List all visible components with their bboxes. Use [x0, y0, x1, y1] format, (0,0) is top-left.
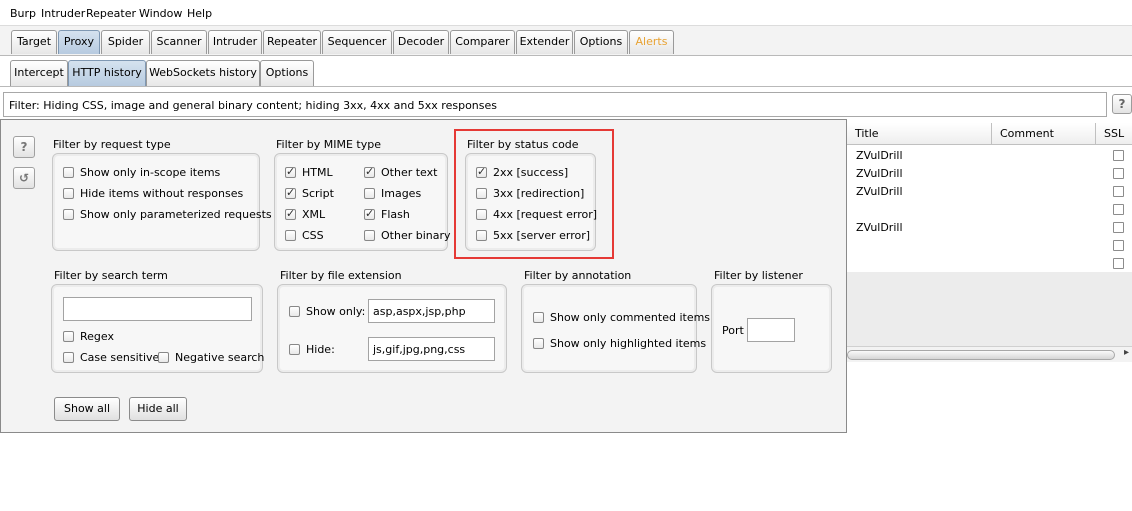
- checkbox-highlighted[interactable]: [533, 338, 544, 349]
- checkbox-hide-ext[interactable]: [289, 344, 300, 355]
- status-code-highlight-box: [454, 129, 614, 259]
- tab-repeater[interactable]: Repeater: [263, 30, 321, 54]
- menu-window[interactable]: Window: [139, 7, 182, 20]
- tab-websockets-history[interactable]: WebSockets history: [146, 60, 260, 86]
- checkbox-case-sensitive[interactable]: [63, 352, 74, 363]
- col-title[interactable]: Title: [847, 123, 992, 145]
- proxy-tab-bar: Intercept HTTP history WebSockets histor…: [0, 57, 1132, 87]
- tab-http-history[interactable]: HTTP history: [68, 60, 146, 86]
- checkbox-commented[interactable]: [533, 312, 544, 323]
- label-port: Port: [722, 324, 744, 337]
- tab-intruder[interactable]: Intruder: [208, 30, 262, 54]
- checkbox-regex[interactable]: [63, 331, 74, 342]
- port-input[interactable]: [747, 318, 795, 342]
- group-title-annotation: Filter by annotation: [524, 269, 632, 282]
- group-title-request-type: Filter by request type: [53, 138, 171, 151]
- label-xml: XML: [302, 208, 326, 221]
- col-comment[interactable]: Comment: [992, 123, 1096, 145]
- checkbox-in-scope[interactable]: [63, 167, 74, 178]
- checkbox-show-only-ext[interactable]: [289, 306, 300, 317]
- ssl-checkbox[interactable]: [1113, 150, 1124, 161]
- main-tab-bar: Target Proxy Spider Scanner Intruder Rep…: [0, 26, 1132, 56]
- filter-bar[interactable]: Filter: Hiding CSS, image and general bi…: [3, 92, 1107, 117]
- tab-scanner[interactable]: Scanner: [151, 30, 207, 54]
- label-html: HTML: [302, 166, 333, 179]
- horizontal-scrollbar[interactable]: ▸: [847, 346, 1132, 362]
- tab-intercept[interactable]: Intercept: [10, 60, 68, 86]
- label-case-sensitive: Case sensitive: [80, 351, 160, 364]
- tab-proxy[interactable]: Proxy: [58, 30, 100, 54]
- hide-extensions-input[interactable]: js,gif,jpg,png,css: [368, 337, 495, 361]
- table-row-title[interactable]: ZVulDrill: [856, 221, 903, 234]
- ssl-checkbox[interactable]: [1113, 186, 1124, 197]
- tab-extender[interactable]: Extender: [516, 30, 573, 54]
- label-css: CSS: [302, 229, 324, 242]
- search-term-input[interactable]: [63, 297, 252, 321]
- checkbox-hide-no-response[interactable]: [63, 188, 74, 199]
- filter-settings-panel: ? ↺ Filter by request type Show only in-…: [0, 119, 847, 433]
- label-script: Script: [302, 187, 334, 200]
- ssl-checkbox[interactable]: [1113, 222, 1124, 233]
- group-title-file-extension: Filter by file extension: [280, 269, 402, 282]
- tab-comparer[interactable]: Comparer: [450, 30, 515, 54]
- table-row-title[interactable]: ZVulDrill: [856, 185, 903, 198]
- hide-all-button[interactable]: Hide all: [129, 397, 187, 421]
- menu-intruder[interactable]: Intruder: [41, 7, 85, 20]
- checkbox-negative-search[interactable]: [158, 352, 169, 363]
- tab-options[interactable]: Options: [574, 30, 628, 54]
- group-title-mime-type: Filter by MIME type: [276, 138, 381, 151]
- table-row-title[interactable]: ZVulDrill: [856, 167, 903, 180]
- label-show-only: Show only:: [306, 305, 366, 318]
- label-negative-search: Negative search: [175, 351, 265, 364]
- label-images: Images: [381, 187, 422, 200]
- help-icon[interactable]: ?: [13, 136, 35, 158]
- label-in-scope: Show only in-scope items: [80, 166, 221, 179]
- checkbox-xml[interactable]: [285, 207, 296, 220]
- checkbox-parameterized[interactable]: [63, 209, 74, 220]
- label-highlighted: Show only highlighted items: [550, 337, 707, 350]
- table-empty-area: [847, 272, 1132, 346]
- checkbox-other-text[interactable]: [364, 165, 375, 178]
- show-only-extensions-input[interactable]: asp,aspx,jsp,php: [368, 299, 495, 323]
- col-ssl[interactable]: SSL: [1096, 123, 1132, 145]
- label-regex: Regex: [80, 330, 114, 343]
- scroll-right-arrow-icon[interactable]: ▸: [1124, 347, 1129, 358]
- group-title-listener: Filter by listener: [714, 269, 803, 282]
- checkbox-images[interactable]: [364, 188, 375, 199]
- checkbox-flash[interactable]: [364, 207, 375, 220]
- group-title-search-term: Filter by search term: [54, 269, 168, 282]
- menu-help[interactable]: Help: [187, 7, 212, 20]
- menu-burp[interactable]: Burp: [10, 7, 36, 20]
- ssl-checkbox[interactable]: [1113, 240, 1124, 251]
- label-other-binary: Other binary: [381, 229, 451, 242]
- filter-summary: Filter: Hiding CSS, image and general bi…: [9, 99, 498, 112]
- tab-proxy-options[interactable]: Options: [260, 60, 314, 86]
- reset-icon[interactable]: ↺: [13, 167, 35, 189]
- annotation-group: [521, 284, 697, 373]
- label-hide-no-response: Hide items without responses: [80, 187, 244, 200]
- menu-bar: Burp Intruder Repeater Window Help: [0, 0, 1132, 26]
- label-flash: Flash: [381, 208, 410, 221]
- checkbox-other-binary[interactable]: [364, 230, 375, 241]
- checkbox-css[interactable]: [285, 230, 296, 241]
- label-other-text: Other text: [381, 166, 438, 179]
- menu-repeater[interactable]: Repeater: [86, 7, 136, 20]
- tab-target[interactable]: Target: [11, 30, 57, 54]
- ssl-checkbox[interactable]: [1113, 168, 1124, 179]
- tab-decoder[interactable]: Decoder: [393, 30, 449, 54]
- label-commented: Show only commented items: [550, 311, 711, 324]
- tab-sequencer[interactable]: Sequencer: [322, 30, 392, 54]
- checkbox-script[interactable]: [285, 186, 296, 199]
- tab-alerts[interactable]: Alerts: [629, 30, 674, 54]
- tab-spider[interactable]: Spider: [101, 30, 150, 54]
- ssl-checkbox[interactable]: [1113, 258, 1124, 269]
- ssl-checkbox[interactable]: [1113, 204, 1124, 215]
- label-hide: Hide:: [306, 343, 335, 356]
- show-all-button[interactable]: Show all: [54, 397, 120, 421]
- scrollbar-thumb[interactable]: [847, 350, 1115, 360]
- label-parameterized: Show only parameterized requests: [80, 208, 272, 221]
- help-icon[interactable]: ?: [1112, 94, 1132, 114]
- table-row-title[interactable]: ZVulDrill: [856, 149, 903, 162]
- checkbox-html[interactable]: [285, 165, 296, 178]
